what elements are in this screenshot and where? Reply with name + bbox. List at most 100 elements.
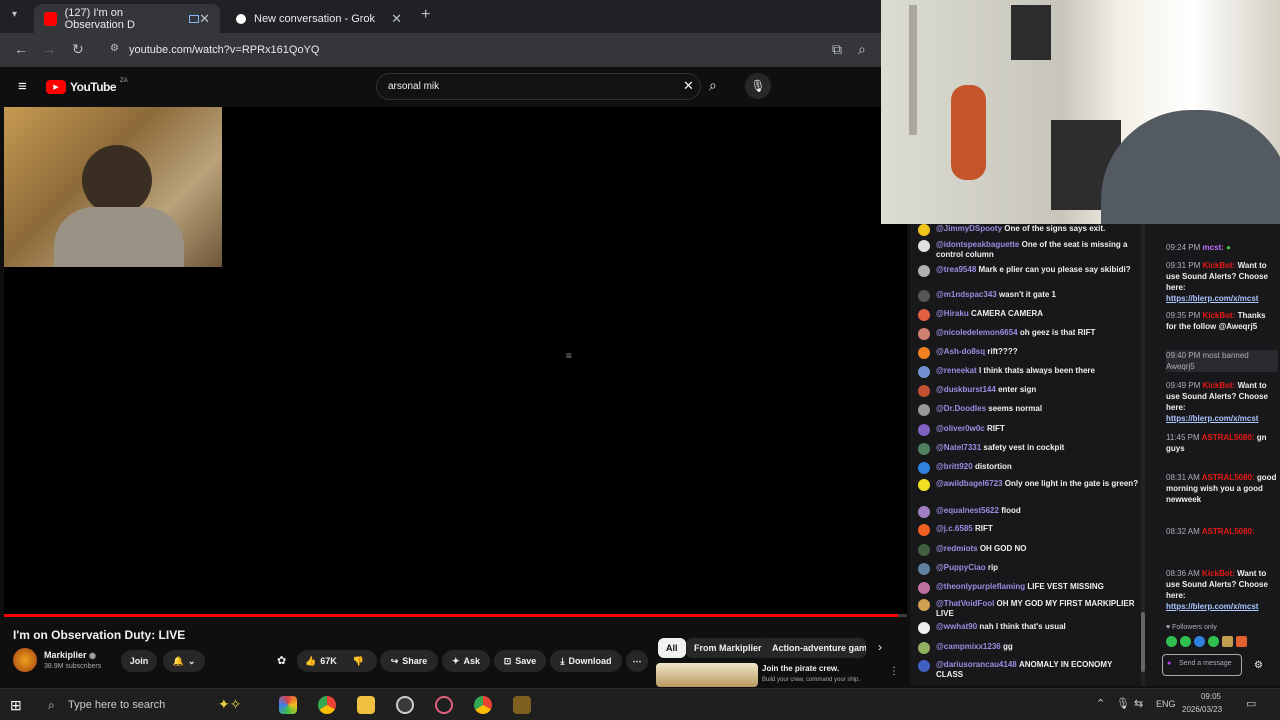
chat-avatar[interactable] <box>918 524 930 536</box>
like-count[interactable]: 67K <box>320 656 337 666</box>
chat-avatar[interactable] <box>918 404 930 416</box>
new-tab-icon[interactable]: + <box>421 6 430 24</box>
chat-username[interactable]: @JimmyDSpooty <box>936 224 1002 233</box>
close-tab-icon[interactable]: ✕ <box>391 11 402 27</box>
download-button[interactable]: ⤓ Download <box>550 650 622 672</box>
emote-icon[interactable] <box>1236 636 1247 647</box>
notifications-icon[interactable]: ▭ <box>1246 697 1256 710</box>
message-link[interactable]: https://blerp.com/x/mcst <box>1166 414 1258 423</box>
chat-avatar[interactable] <box>918 599 930 611</box>
chat-avatar[interactable] <box>918 224 930 236</box>
site-info-icon[interactable]: ⚙ <box>110 43 119 54</box>
chat-username[interactable]: @trea9548 <box>936 265 976 274</box>
like-icon[interactable]: 👍 <box>305 656 316 667</box>
channel-avatar[interactable] <box>13 648 37 672</box>
save-button[interactable]: ⊡ Save <box>494 650 546 672</box>
recommended-thumbnail[interactable] <box>656 663 758 687</box>
chat-username[interactable]: @ThatVoidFool <box>936 599 994 608</box>
menu-icon[interactable]: ≡ <box>18 78 27 95</box>
language-indicator[interactable]: ENG <box>1156 699 1176 709</box>
chat-username[interactable]: @j.c.6585 <box>936 524 973 533</box>
chip-games[interactable]: Action-adventure games <box>764 638 866 658</box>
chat-avatar[interactable] <box>918 660 930 672</box>
chevron-right-icon[interactable]: › <box>878 640 882 654</box>
recommended-title[interactable]: Join the pirate crew. <box>762 664 839 673</box>
windows-start-icon[interactable]: ⊞ <box>10 697 22 714</box>
chat-username[interactable]: @wwhat90 <box>936 622 977 631</box>
chat-avatar[interactable] <box>918 328 930 340</box>
search-highlight-icon[interactable]: ✦✧ <box>218 696 241 713</box>
snipping-tool-icon[interactable] <box>435 696 453 714</box>
chat-username[interactable]: @nicoledelemon6654 <box>936 328 1018 337</box>
clock-time[interactable]: 09:05 <box>1194 692 1228 701</box>
chat-avatar[interactable] <box>918 506 930 518</box>
search-input[interactable]: arsonal mik ✕ <box>376 73 701 100</box>
chip-from-channel[interactable]: From Markiplier <box>686 638 770 658</box>
network-icon[interactable]: ⇆ <box>1134 697 1143 710</box>
chat-avatar[interactable] <box>918 366 930 378</box>
chat-avatar[interactable] <box>918 385 930 397</box>
chat-username[interactable]: @oliver0w0c <box>936 424 985 433</box>
chrome-profile-icon[interactable] <box>474 696 492 714</box>
game-icon[interactable] <box>513 696 531 714</box>
chat-username[interactable]: @dariusorancau4148 <box>936 660 1017 669</box>
more-vert-icon[interactable]: ⋮ <box>889 666 899 677</box>
voice-search-icon[interactable]: 🎙 <box>745 73 771 99</box>
chip-all[interactable]: All <box>658 638 686 658</box>
emote-icon[interactable] <box>1208 636 1219 647</box>
reload-icon[interactable]: ↻ <box>72 41 84 58</box>
emote-icon[interactable] <box>1166 636 1177 647</box>
chat-username[interactable]: @Ash-do8sq <box>936 347 985 356</box>
copilot-icon[interactable] <box>279 696 297 714</box>
chat-username[interactable]: @m1ndspac343 <box>936 290 997 299</box>
zoom-icon[interactable]: ⌕ <box>858 41 866 58</box>
chat-username[interactable]: @Natel7331 <box>936 443 981 452</box>
file-explorer-icon[interactable] <box>357 696 375 714</box>
chat-avatar[interactable] <box>918 479 930 491</box>
dislike-icon[interactable]: 👎 <box>353 656 364 667</box>
chat-avatar[interactable] <box>918 443 930 455</box>
chat-username[interactable]: @reneekat <box>936 366 977 375</box>
tab-grok[interactable]: New conversation - Grok ✕ <box>226 4 412 33</box>
tab-youtube[interactable]: (127) I'm on Observation D ✕ <box>34 4 220 33</box>
close-tab-icon[interactable]: ✕ <box>199 11 210 27</box>
chat-username[interactable]: @Hiraku <box>936 309 969 318</box>
microphone-icon[interactable]: 🎙 <box>1116 697 1130 710</box>
youtube-logo[interactable]: ▶ YouTube ZA <box>46 78 128 94</box>
search-icon[interactable]: ⌕ <box>709 77 717 94</box>
obs-icon[interactable] <box>396 696 414 714</box>
chat-scrollbar[interactable] <box>1141 224 1145 686</box>
clear-search-icon[interactable]: ✕ <box>683 78 694 94</box>
notifications-button[interactable]: 🔔 ⌄ <box>163 650 205 672</box>
scrollbar-thumb[interactable] <box>1141 612 1145 672</box>
ask-button[interactable]: ✦ Ask <box>442 650 490 672</box>
video-progress-bar[interactable] <box>4 614 907 617</box>
chat-username[interactable]: @duskburst144 <box>936 385 996 394</box>
chat-avatar[interactable] <box>918 462 930 474</box>
taskbar-search-input[interactable]: Type here to search <box>68 699 165 711</box>
emote-icon[interactable] <box>1194 636 1205 647</box>
back-icon[interactable]: ← <box>14 41 28 57</box>
chat-username[interactable]: @equalnest5622 <box>936 506 999 515</box>
share-button[interactable]: ↪ Share <box>380 650 438 672</box>
chat-username[interactable]: @redmiots <box>936 544 978 553</box>
join-button[interactable]: Join <box>121 650 157 672</box>
chrome-icon[interactable] <box>318 696 336 714</box>
chat-avatar[interactable] <box>918 265 930 277</box>
tab-list-icon[interactable]: ▾ <box>12 9 17 20</box>
chat-avatar[interactable] <box>918 563 930 575</box>
chat-avatar[interactable] <box>918 582 930 594</box>
url-field[interactable]: ⚙ youtube.com/watch?v=RPRx161QoYQ <box>104 38 824 62</box>
chevron-up-icon[interactable]: ⌃ <box>1096 697 1105 710</box>
chat-avatar[interactable] <box>918 642 930 654</box>
emote-icon[interactable] <box>1180 636 1191 647</box>
emote-icon[interactable] <box>1222 636 1233 647</box>
chat-username[interactable]: @PuppyCiao <box>936 563 986 572</box>
message-link[interactable]: https://blerp.com/x/mcst <box>1166 602 1258 611</box>
chat-username[interactable]: @awildbagel6723 <box>936 479 1003 488</box>
chat-avatar[interactable] <box>918 309 930 321</box>
chat-avatar[interactable] <box>918 240 930 252</box>
chat-send-input[interactable]: ● Send a message <box>1162 654 1242 676</box>
chat-avatar[interactable] <box>918 347 930 359</box>
install-app-icon[interactable]: ⧉ <box>832 41 842 58</box>
